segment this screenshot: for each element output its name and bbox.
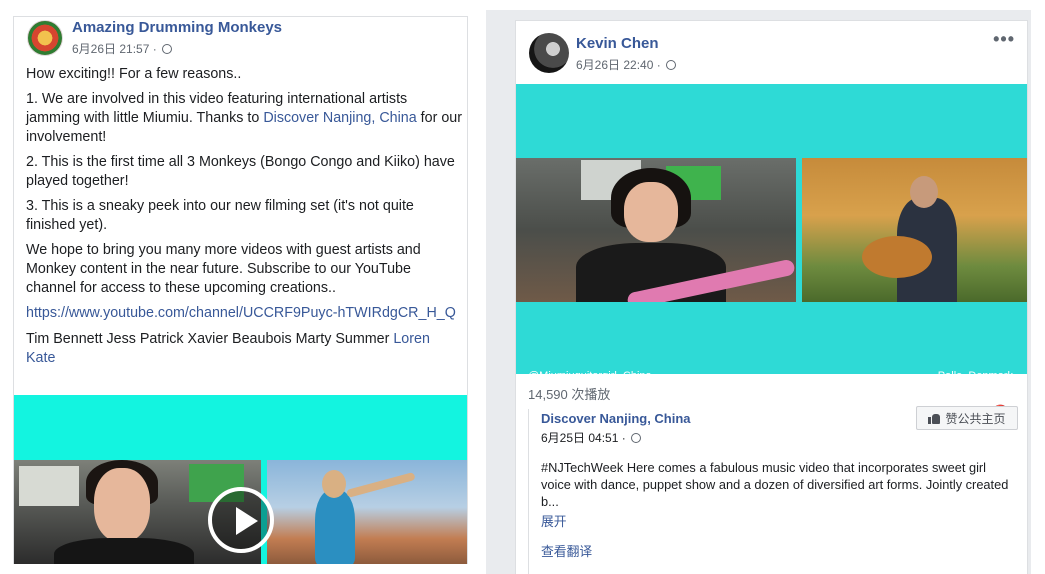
shared-post-meta: 6月25日 04:51 · bbox=[541, 429, 642, 446]
page-name-link[interactable]: Amazing Drumming Monkeys bbox=[72, 19, 282, 36]
shared-page-name-link[interactable]: Discover Nanjing, China bbox=[541, 411, 691, 426]
play-icon[interactable] bbox=[208, 487, 274, 553]
video-thumbnail-dancer bbox=[267, 460, 467, 564]
video-player[interactable]: @Miumiuguitargirl, China Palle, Denmark … bbox=[516, 84, 1027, 422]
video-caption-right: Palle, Denmark bbox=[937, 370, 1013, 382]
meta-separator: · bbox=[152, 42, 157, 56]
bg-monitor bbox=[19, 466, 79, 506]
dancer-arm bbox=[345, 472, 416, 498]
post-timestamp[interactable]: 6月26日 21:57 bbox=[72, 42, 149, 56]
like-page-label: 赞公共主页 bbox=[945, 411, 1006, 426]
shared-timestamp[interactable]: 6月25日 04:51 bbox=[541, 431, 618, 445]
video-preview[interactable] bbox=[14, 395, 467, 564]
post-meta: 6月26日 22:40 · bbox=[576, 56, 677, 73]
author-avatar[interactable] bbox=[529, 33, 569, 73]
video-caption-left: @Miumiuguitargirl, China bbox=[528, 370, 652, 382]
girl-shirt bbox=[54, 538, 194, 564]
like-page-button[interactable]: 赞公共主页 bbox=[916, 406, 1018, 430]
paragraph-1: 1. We are involved in this video featuri… bbox=[26, 90, 462, 147]
shared-post: Discover Nanjing, China 6月25日 04:51 · 赞公… bbox=[528, 406, 1022, 574]
right-post-card: Kevin Chen 6月26日 22:40 · ••• @Miumiuguit… bbox=[515, 20, 1028, 574]
paragraph-3: 3. This is a sneaky peek into our new fi… bbox=[26, 198, 414, 233]
guitar bbox=[862, 236, 932, 278]
post-header: Amazing Drumming Monkeys 6月26日 21:57 · bbox=[14, 17, 467, 62]
post-meta: 6月26日 21:57 · bbox=[72, 40, 173, 57]
post-text: How exciting!! For a few reasons.. 1. We… bbox=[26, 65, 462, 374]
globe-icon bbox=[666, 60, 677, 70]
tagged-people: Tim Bennett Jess Patrick Xavier Beaubois… bbox=[26, 330, 462, 368]
more-options-icon[interactable]: ••• bbox=[993, 29, 1015, 50]
globe-icon bbox=[162, 44, 173, 54]
see-more-link[interactable]: 展开 bbox=[541, 511, 567, 530]
left-post-card: Amazing Drumming Monkeys 6月26日 21:57 · H… bbox=[13, 16, 468, 564]
view-count: 14,590 次播放 bbox=[528, 387, 611, 402]
girl-face bbox=[94, 468, 150, 542]
meta-separator: · bbox=[621, 431, 626, 445]
paragraph-2: 2. This is the first time all 3 Monkeys … bbox=[26, 154, 455, 189]
tagged-names: Tim Bennett Jess Patrick Xavier Beaubois… bbox=[26, 331, 394, 347]
meta-separator: · bbox=[656, 58, 661, 72]
discover-nanjing-link[interactable]: Discover Nanjing, China bbox=[263, 110, 416, 126]
paragraph-4: We hope to bring you many more videos wi… bbox=[26, 242, 421, 296]
shared-post-text: #NJTechWeek Here comes a fabulous music … bbox=[541, 460, 1009, 509]
post-timestamp[interactable]: 6月26日 22:40 bbox=[576, 58, 653, 72]
video-frame-guitarist bbox=[802, 158, 1027, 302]
author-name-link[interactable]: Kevin Chen bbox=[576, 35, 659, 52]
girl-face bbox=[624, 182, 678, 242]
see-translation-link[interactable]: 查看翻译 bbox=[541, 541, 592, 560]
guitarist-head bbox=[910, 176, 938, 208]
thumbs-up-icon bbox=[928, 413, 941, 424]
youtube-channel-link[interactable]: https://www.youtube.com/channel/UCCRF9Pu… bbox=[26, 304, 462, 323]
globe-icon bbox=[631, 433, 642, 443]
paragraph-intro: How exciting!! For a few reasons.. bbox=[26, 66, 242, 82]
video-frame-girl bbox=[516, 158, 796, 302]
dancer-body bbox=[315, 490, 355, 564]
page-avatar[interactable] bbox=[27, 20, 63, 56]
dancer-head bbox=[322, 470, 346, 498]
